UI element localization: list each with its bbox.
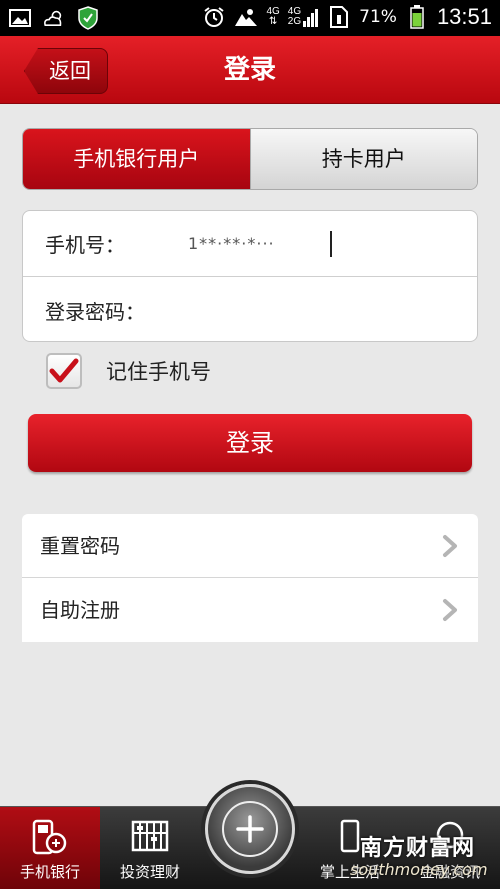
self-register-item[interactable]: 自助注册 [22,578,478,642]
nav-mobile-bank-label: 手机银行 [19,863,80,881]
remember-checkbox[interactable] [46,353,82,389]
data-arrows-icon: ⇅ [268,16,278,27]
center-add-button[interactable] [205,784,295,874]
plus-icon [236,815,264,843]
phone-label: 手机号： [45,233,125,257]
abacus-icon [131,820,169,852]
nav-investment[interactable]: 投资理财 [100,807,200,889]
header-bar: 登录 返回 [0,36,500,104]
account-links: 重置密码 自助注册 [22,514,478,642]
network-indicator: 4G ⇅ [266,7,279,27]
shield-icon [76,6,100,30]
tab-mobile-bank-user[interactable]: 手机银行用户 [23,129,250,189]
weather-icon [42,6,66,30]
phone-row[interactable]: 手机号： 1**·**·*··· [23,211,477,277]
center-ring [222,801,278,857]
remember-label: 记住手机号 [106,360,211,384]
clock: 13:51 [436,4,492,29]
phone-bank-icon [32,819,67,855]
phone-input[interactable]: 1**·**·*··· [188,234,275,253]
password-label: 登录密码： [45,299,145,324]
login-button[interactable]: 登录 [28,414,472,472]
text-cursor [330,231,332,257]
password-row[interactable]: 登录密码： [23,277,477,343]
chevron-right-icon [443,535,457,557]
watermark: 南方财富网 southmoney.com [340,826,500,886]
reset-password-label: 重置密码 [40,534,120,558]
alarm-icon [202,5,226,29]
watermark-line2: southmoney.com [350,860,488,879]
user-type-tabs: 手机银行用户 持卡用户 [22,128,478,190]
login-form: 手机号： 1**·**·*··· 登录密码： [22,210,478,342]
mountain-icon [234,5,258,29]
sim2-type: 2G [287,16,302,27]
nav-mobile-bank[interactable]: 手机银行 [0,807,100,889]
chevron-right-icon [443,599,457,621]
status-bar: 4G ⇅ 4G 2G 71% 13:51 [0,0,500,36]
tab-card-holder[interactable]: 持卡用户 [249,129,477,189]
self-register-label: 自助注册 [40,598,120,622]
remember-phone-option[interactable]: 记住手机号 [46,353,211,389]
signal-bars-icon [303,9,319,27]
gallery-icon [8,6,32,30]
battery-icon [405,5,429,29]
watermark-line1: 南方财富网 [360,836,476,861]
nav-investment-label: 投资理财 [119,863,180,881]
back-button[interactable]: 返回 [24,48,108,94]
signal-indicator: 4G 2G [288,7,319,27]
reset-password-item[interactable]: 重置密码 [22,514,478,578]
battery-percent: 71% [359,7,397,27]
checkmark-icon [49,358,79,383]
sim-card-icon [327,5,351,29]
